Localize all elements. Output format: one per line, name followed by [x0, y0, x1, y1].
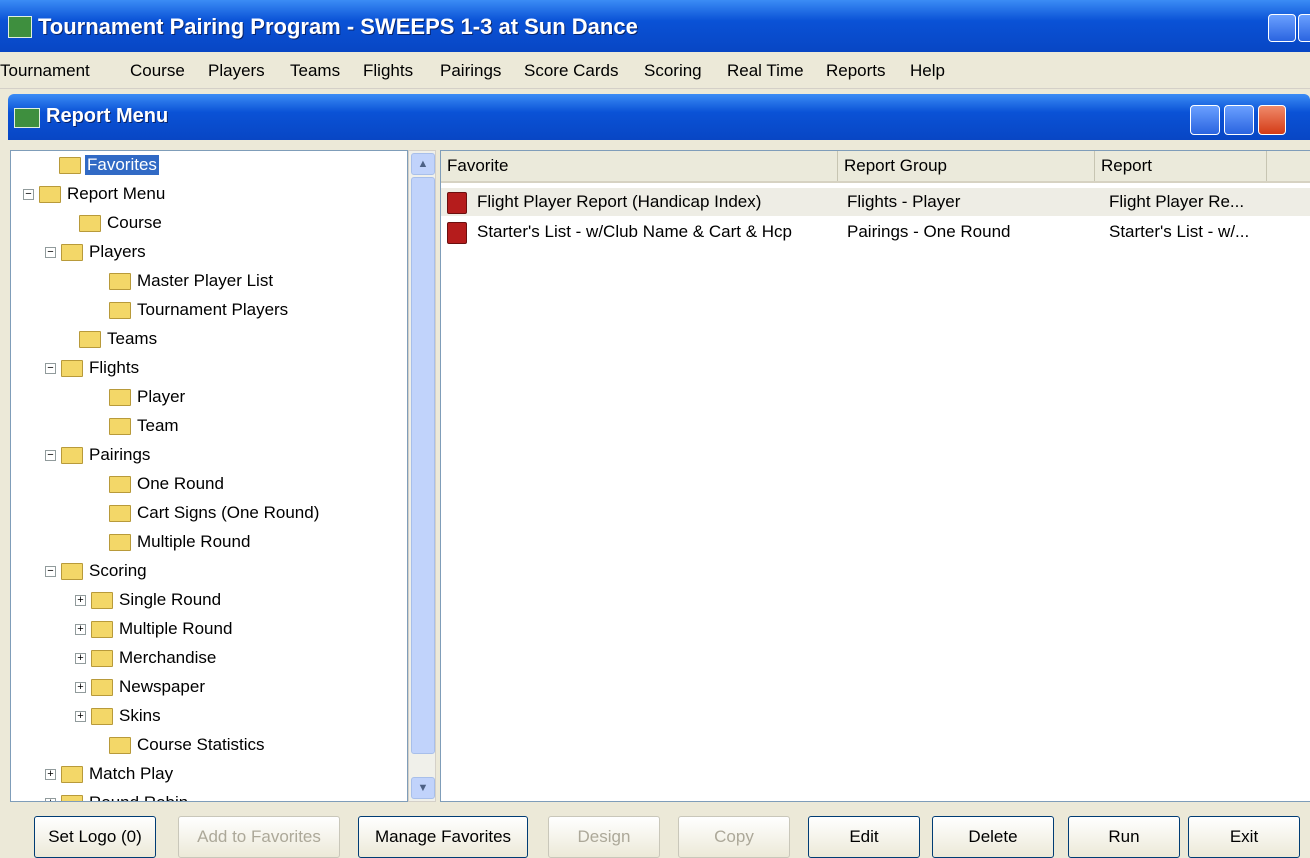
folder-icon — [79, 215, 101, 232]
report-tree[interactable]: Favorites − Report Menu Course − Players M… — [10, 150, 408, 802]
cell-report-group: Pairings - One Round — [847, 222, 1011, 241]
collapse-icon[interactable]: − — [45, 247, 56, 258]
window-minimize-button[interactable] — [1190, 105, 1220, 135]
window-close-button[interactable] — [1258, 105, 1286, 135]
menu-teams[interactable]: Teams — [290, 61, 340, 81]
app-titlebar: Tournament Pairing Program - SWEEPS 1-3 … — [0, 0, 1310, 52]
window-icon — [14, 108, 40, 128]
menu-tournament[interactable]: Tournament — [0, 61, 90, 81]
collapse-icon[interactable]: − — [45, 363, 56, 374]
expand-icon[interactable]: + — [75, 624, 86, 635]
folder-icon — [109, 737, 131, 754]
button-bar: Set Logo (0) Add to Favorites Manage Fav… — [8, 810, 1310, 858]
menu-pairings[interactable]: Pairings — [440, 61, 501, 81]
design-button[interactable]: Design — [548, 816, 660, 858]
folder-icon — [61, 360, 83, 377]
folder-icon — [91, 592, 113, 609]
expand-icon[interactable]: + — [75, 653, 86, 664]
column-header-report-group[interactable]: Report Group — [838, 151, 1095, 181]
folder-icon — [109, 505, 131, 522]
menu-flights[interactable]: Flights — [363, 61, 413, 81]
expand-icon[interactable]: + — [45, 769, 56, 780]
cell-favorite: Flight Player Report (Handicap Index) — [477, 192, 762, 211]
folder-icon — [91, 708, 113, 725]
menu-real-time[interactable]: Real Time — [727, 61, 804, 81]
folder-icon — [59, 157, 81, 174]
report-icon — [447, 192, 467, 214]
report-menu-titlebar: Report Menu — [8, 94, 1310, 140]
folder-icon — [61, 766, 83, 783]
cell-favorite: Starter's List - w/Club Name & Cart & Hc… — [477, 222, 792, 241]
folder-icon — [61, 795, 83, 801]
scroll-up-icon[interactable]: ▲ — [411, 153, 435, 175]
folder-icon — [109, 476, 131, 493]
folder-icon — [109, 389, 131, 406]
folder-icon — [79, 331, 101, 348]
copy-button[interactable]: Copy — [678, 816, 790, 858]
scroll-thumb[interactable] — [411, 177, 435, 754]
favorites-list[interactable]: Favorite Report Group Report Flight Play… — [440, 150, 1310, 802]
folder-icon — [91, 650, 113, 667]
report-icon — [447, 222, 467, 244]
folder-icon — [109, 534, 131, 551]
window-maximize-button[interactable] — [1224, 105, 1254, 135]
menu-course[interactable]: Course — [130, 61, 185, 81]
menu-score-cards[interactable]: Score Cards — [524, 61, 618, 81]
app-icon — [8, 16, 32, 38]
menu-scoring[interactable]: Scoring — [644, 61, 702, 81]
folder-icon — [61, 447, 83, 464]
app-title: Tournament Pairing Program - SWEEPS 1-3 … — [38, 14, 638, 39]
cell-report: Flight Player Re... — [1109, 192, 1245, 211]
folder-icon — [109, 302, 131, 319]
collapse-icon[interactable]: − — [45, 566, 56, 577]
window-title: Report Menu — [46, 105, 169, 127]
menu-bar: Tournament Course Players Teams Flights … — [0, 52, 1310, 89]
column-header-favorite[interactable]: Favorite — [441, 151, 838, 181]
run-button[interactable]: Run — [1068, 816, 1180, 858]
expand-icon[interactable]: + — [75, 711, 86, 722]
menu-reports[interactable]: Reports — [826, 61, 886, 81]
tree-scrollbar[interactable]: ▲ ▼ — [408, 150, 436, 802]
menu-players[interactable]: Players — [208, 61, 265, 81]
table-row[interactable]: Flight Player Report (Handicap Index) Fl… — [441, 188, 1310, 216]
cell-report-group: Flights - Player — [847, 192, 961, 211]
edit-button[interactable]: Edit — [808, 816, 920, 858]
collapse-icon[interactable]: − — [45, 450, 56, 461]
delete-button[interactable]: Delete — [932, 816, 1054, 858]
collapse-icon[interactable]: − — [23, 189, 34, 200]
expand-icon[interactable]: + — [45, 798, 56, 801]
table-row[interactable]: Starter's List - w/Club Name & Cart & Hc… — [441, 218, 1310, 246]
folder-icon — [109, 418, 131, 435]
exit-button[interactable]: Exit — [1188, 816, 1300, 858]
cell-report: Starter's List - w/... — [1109, 222, 1250, 241]
folder-icon — [91, 679, 113, 696]
list-header: Favorite Report Group Report — [441, 151, 1310, 183]
add-to-favorites-button[interactable]: Add to Favorites — [178, 816, 340, 858]
folder-icon — [109, 273, 131, 290]
menu-help[interactable]: Help — [910, 61, 945, 81]
folder-icon — [39, 186, 61, 203]
column-header-report[interactable]: Report — [1095, 151, 1267, 181]
scroll-down-icon[interactable]: ▼ — [411, 777, 435, 799]
folder-icon — [61, 563, 83, 580]
folder-icon — [61, 244, 83, 261]
expand-icon[interactable]: + — [75, 682, 86, 693]
minimize-button[interactable] — [1268, 14, 1296, 42]
expand-icon[interactable]: + — [75, 595, 86, 606]
folder-icon — [91, 621, 113, 638]
manage-favorites-button[interactable]: Manage Favorites — [358, 816, 528, 858]
set-logo-button[interactable]: Set Logo (0) — [34, 816, 156, 858]
maximize-button[interactable] — [1298, 14, 1310, 42]
